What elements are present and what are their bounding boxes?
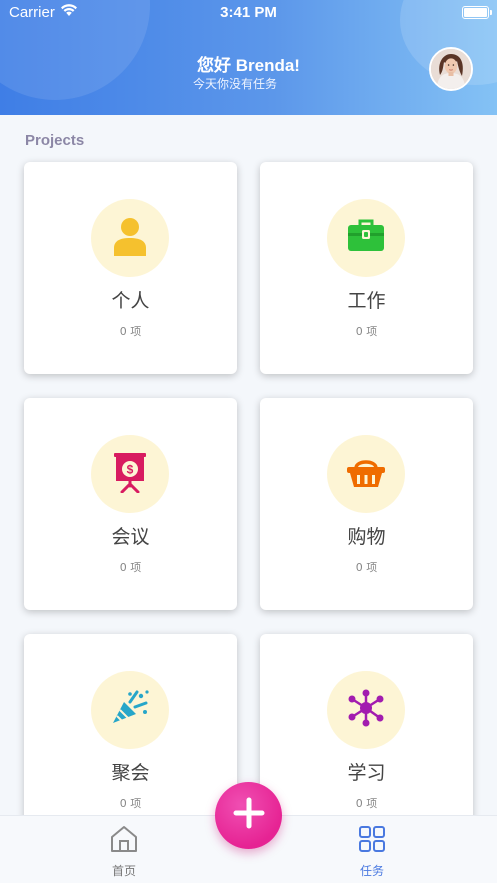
project-icon-circle bbox=[91, 199, 169, 277]
svg-text:$: $ bbox=[127, 462, 134, 476]
project-name: 购物 bbox=[347, 526, 386, 548]
project-name: 聚会 bbox=[111, 762, 150, 784]
project-name: 个人 bbox=[111, 290, 150, 312]
user-avatar[interactable] bbox=[429, 47, 473, 91]
project-card-meeting[interactable]: $ 会议 0 项 bbox=[24, 398, 237, 610]
grid-icon bbox=[357, 826, 387, 858]
status-bar: Carrier 3:41 PM bbox=[0, 0, 497, 26]
project-task-count: 0 项 bbox=[119, 797, 142, 810]
project-icon-circle bbox=[91, 671, 169, 749]
presentation-board-icon: $ bbox=[113, 451, 147, 498]
tab-tasks[interactable]: 任务 bbox=[332, 824, 412, 879]
project-icon-circle bbox=[327, 199, 405, 277]
project-name: 学习 bbox=[347, 762, 386, 784]
project-task-count: 0 项 bbox=[355, 797, 378, 810]
project-task-count: 0 项 bbox=[355, 325, 378, 338]
person-icon bbox=[112, 216, 148, 261]
battery-icon bbox=[462, 6, 492, 19]
app-header: Carrier 3:41 PM 您好 Brenda! 今天你没有任务 bbox=[0, 0, 497, 115]
greeting-title: 您好 Brenda! bbox=[197, 56, 300, 75]
greeting-subtitle: 今天你没有任务 bbox=[193, 77, 278, 91]
tab-home-label: 首页 bbox=[111, 864, 136, 878]
home-icon bbox=[109, 826, 139, 858]
project-card-work[interactable]: 工作 0 项 bbox=[260, 162, 473, 374]
party-popper-icon bbox=[110, 688, 150, 733]
project-task-count: 0 项 bbox=[119, 561, 142, 574]
projects-section-title: Projects bbox=[25, 132, 85, 149]
project-card-shopping[interactable]: 购物 0 项 bbox=[260, 398, 473, 610]
project-name: 会议 bbox=[111, 526, 150, 548]
project-name: 工作 bbox=[347, 290, 386, 312]
project-icon-circle bbox=[327, 435, 405, 513]
molecule-icon bbox=[347, 689, 385, 732]
plus-icon bbox=[233, 797, 265, 834]
project-task-count: 0 项 bbox=[355, 561, 378, 574]
add-task-button[interactable] bbox=[215, 782, 282, 849]
project-icon-circle: $ bbox=[91, 435, 169, 513]
project-card-personal[interactable]: 个人 0 项 bbox=[24, 162, 237, 374]
tab-tasks-label: 任务 bbox=[359, 864, 384, 878]
tab-home[interactable]: 首页 bbox=[84, 824, 164, 879]
briefcase-icon bbox=[347, 219, 385, 258]
project-task-count: 0 项 bbox=[119, 325, 142, 338]
status-time: 3:41 PM bbox=[220, 4, 277, 21]
project-icon-circle bbox=[327, 671, 405, 749]
shopping-basket-icon bbox=[346, 456, 386, 493]
